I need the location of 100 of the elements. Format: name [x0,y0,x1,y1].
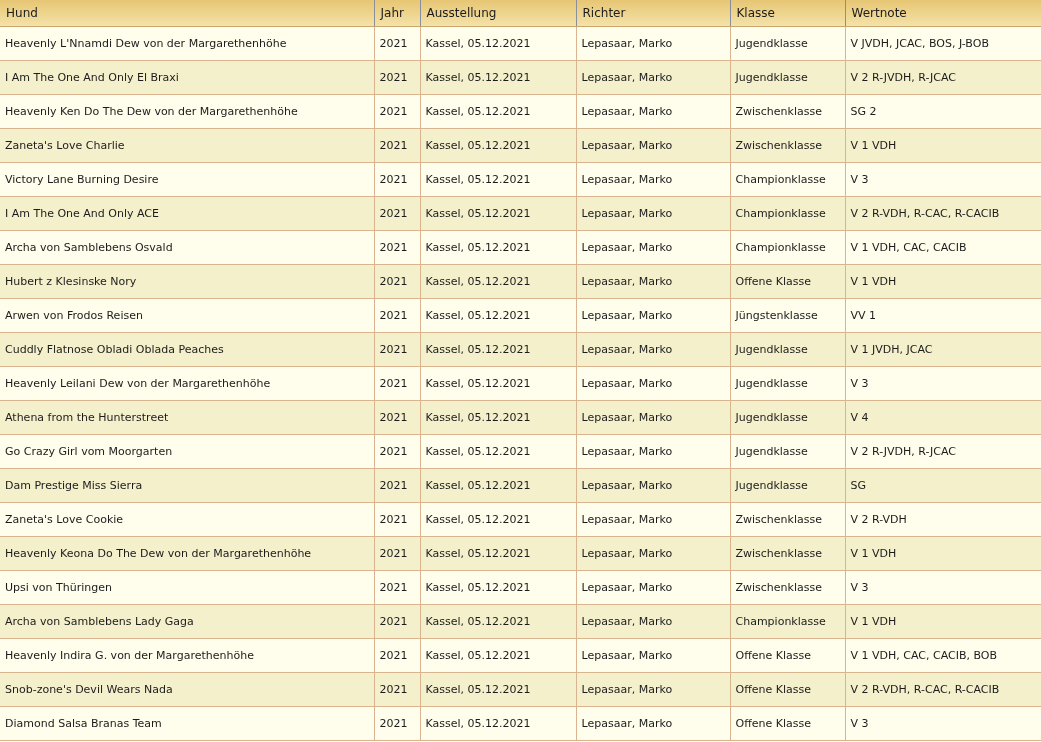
table-cell: V 1 VDH [845,536,1041,571]
table-cell: 2021 [374,570,420,605]
table-cell: Kassel, 05.12.2021 [420,298,576,333]
table-cell: Offene Klasse [730,672,845,707]
table-cell: 2021 [374,502,420,537]
table-cell: Lepasaar, Marko [576,400,730,435]
table-cell: Offene Klasse [730,264,845,299]
table-cell: Lepasaar, Marko [576,60,730,95]
table-cell: Jugendklasse [730,434,845,469]
table-cell: Kassel, 05.12.2021 [420,196,576,231]
table-cell: 2021 [374,638,420,673]
table-cell: V 1 VDH [845,604,1041,639]
table-cell: Jugendklasse [730,60,845,95]
table-cell: Kassel, 05.12.2021 [420,502,576,537]
table-cell: Kassel, 05.12.2021 [420,536,576,571]
table-cell: Lepasaar, Marko [576,298,730,333]
table-cell: Championklasse [730,230,845,265]
column-header: Richter [576,0,730,27]
table-cell: Hubert z Klesinske Nory [0,264,374,299]
table-cell: Heavenly Keona Do The Dew von der Margarethenhöhe [0,536,374,571]
table-cell: Lepasaar, Marko [576,26,730,61]
table-cell: Jugendklasse [730,468,845,503]
table-cell: SG [845,468,1041,503]
table-cell: V 3 [845,570,1041,605]
table-cell: Diamond Salsa Branas Team [0,706,374,741]
table-cell: V 1 VDH, CAC, CACIB [845,230,1041,265]
table-cell: 2021 [374,230,420,265]
table-cell: Lepasaar, Marko [576,604,730,639]
table-cell: Lepasaar, Marko [576,128,730,163]
table-cell: Zwischenklasse [730,536,845,571]
table-cell: 2021 [374,536,420,571]
table-cell: Jugendklasse [730,26,845,61]
table-cell: Lepasaar, Marko [576,332,730,367]
table-cell: Kassel, 05.12.2021 [420,706,576,741]
table-cell: Lepasaar, Marko [576,230,730,265]
table-cell: V 2 R-JVDH, R-JCAC [845,60,1041,95]
table-cell: Kassel, 05.12.2021 [420,604,576,639]
table-cell: Jugendklasse [730,332,845,367]
table-cell: V 1 VDH, CAC, CACIB, BOB [845,638,1041,673]
table-cell: V 3 [845,162,1041,197]
column-header: Wertnote [845,0,1041,27]
table-cell: Jugendklasse [730,366,845,401]
table-cell: Heavenly L'Nnamdi Dew von der Margarethenhöhe [0,26,374,61]
table-cell: Kassel, 05.12.2021 [420,366,576,401]
table-cell: 2021 [374,94,420,129]
table-cell: Kassel, 05.12.2021 [420,638,576,673]
table-cell: Archa von Samblebens Lady Gaga [0,604,374,639]
table-cell: V 1 VDH [845,264,1041,299]
table-cell: Lepasaar, Marko [576,706,730,741]
table-cell: Kassel, 05.12.2021 [420,230,576,265]
table-cell: Lepasaar, Marko [576,570,730,605]
table-cell: SG 2 [845,94,1041,129]
table-cell: 2021 [374,128,420,163]
table-cell: V 4 [845,400,1041,435]
table-cell: V 3 [845,706,1041,741]
table-cell: Kassel, 05.12.2021 [420,570,576,605]
table-cell: Lepasaar, Marko [576,536,730,571]
table-cell: 2021 [374,434,420,469]
table-cell: Jugendklasse [730,400,845,435]
column-header: Hund [0,0,374,27]
table-cell: 2021 [374,468,420,503]
table-cell: Lepasaar, Marko [576,672,730,707]
column-header: Jahr [374,0,420,27]
table-cell: 2021 [374,196,420,231]
table-cell: Zwischenklasse [730,94,845,129]
table-cell: 2021 [374,26,420,61]
table-cell: V 1 VDH [845,128,1041,163]
table-cell: V 2 R-VDH, R-CAC, R-CACIB [845,196,1041,231]
table-cell: Zwischenklasse [730,570,845,605]
table-cell: 2021 [374,366,420,401]
table-cell: Lepasaar, Marko [576,638,730,673]
table-cell: Jüngstenklasse [730,298,845,333]
table-cell: V 2 R-JVDH, R-JCAC [845,434,1041,469]
table-cell: Kassel, 05.12.2021 [420,60,576,95]
table-cell: Lepasaar, Marko [576,502,730,537]
table-cell: 2021 [374,706,420,741]
table-cell: 2021 [374,162,420,197]
table-cell: Kassel, 05.12.2021 [420,468,576,503]
table-cell: Zaneta's Love Cookie [0,502,374,537]
table-cell: Kassel, 05.12.2021 [420,400,576,435]
table-cell: Heavenly Leilani Dew von der Margarethenhöhe [0,366,374,401]
table-cell: V 2 R-VDH, R-CAC, R-CACIB [845,672,1041,707]
table-cell: V JVDH, JCAC, BOS, J-BOB [845,26,1041,61]
column-header: Klasse [730,0,845,27]
table-cell: Lepasaar, Marko [576,468,730,503]
table-cell: Go Crazy Girl vom Moorgarten [0,434,374,469]
table-cell: Offene Klasse [730,706,845,741]
table-cell: Lepasaar, Marko [576,196,730,231]
table-cell: Lepasaar, Marko [576,162,730,197]
table-cell: Archa von Samblebens Osvald [0,230,374,265]
table-cell: Kassel, 05.12.2021 [420,434,576,469]
table-cell: VV 1 [845,298,1041,333]
table-cell: Zwischenklasse [730,502,845,537]
table-cell: Lepasaar, Marko [576,264,730,299]
table-cell: Lepasaar, Marko [576,434,730,469]
table-cell: Snob-zone's Devil Wears Nada [0,672,374,707]
table-cell: Victory Lane Burning Desire [0,162,374,197]
table-cell: Athena from the Hunterstreet [0,400,374,435]
table-cell: V 2 R-VDH [845,502,1041,537]
table-cell: 2021 [374,672,420,707]
